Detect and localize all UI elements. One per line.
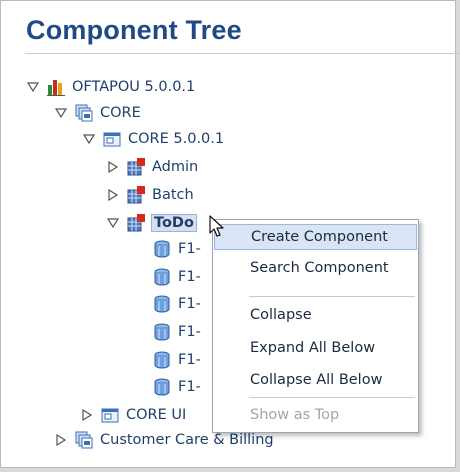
tree-node-todo-child[interactable]: F1- <box>153 321 201 343</box>
window-icon <box>101 406 119 424</box>
tree-node-label: CORE 5.0.0.1 <box>128 131 225 147</box>
menu-separator <box>249 397 415 398</box>
stacked-pages-icon <box>75 431 93 449</box>
grid-module-icon <box>127 186 145 204</box>
menu-item-search-component[interactable]: Search Component <box>214 255 417 281</box>
panel-title: Component Tree <box>26 15 242 45</box>
grid-module-icon <box>127 158 145 176</box>
title-divider <box>25 53 460 54</box>
expand-triangle-icon[interactable] <box>53 102 69 124</box>
tree-node-core-version[interactable]: CORE 5.0.0.1 <box>81 128 224 150</box>
component-tree-panel: Component Tree OFTAPOU 5.0.0.1 CORE CORE… <box>0 0 460 468</box>
context-menu: Create Component Search Component Collap… <box>212 219 419 433</box>
tree-node-batch[interactable]: Batch <box>105 184 194 206</box>
tree-node-label: F1- <box>178 352 201 368</box>
tree-node-label: F1- <box>178 379 201 395</box>
cylinder-icon <box>153 351 171 369</box>
menu-item-create-component[interactable]: Create Component <box>214 224 417 250</box>
tree-node-label: CORE UI <box>126 407 187 423</box>
collapsed-triangle-icon[interactable] <box>79 404 95 426</box>
expand-triangle-icon[interactable] <box>105 212 121 234</box>
tree-node-label: OFTAPOU 5.0.0.1 <box>72 79 196 95</box>
tree-node-todo-child[interactable]: F1- <box>153 376 201 398</box>
tree-node-label: CORE <box>100 105 141 121</box>
bar-chart-icon <box>47 78 65 96</box>
tree-node-label: ToDo <box>151 214 197 232</box>
tree-node-todo-child[interactable]: F1- <box>153 266 201 288</box>
cylinder-icon <box>153 323 171 341</box>
tree-node-label: F1- <box>178 324 201 340</box>
menu-item-collapse[interactable]: Collapse <box>214 302 417 328</box>
tree-node-todo-child[interactable]: F1- <box>153 293 201 315</box>
mouse-pointer-icon <box>209 215 224 237</box>
menu-item-collapse-all-below[interactable]: Collapse All Below <box>214 367 417 393</box>
menu-separator <box>249 296 415 297</box>
tree-node-label: Admin <box>152 159 199 175</box>
tree-node-todo[interactable]: ToDo <box>105 212 197 234</box>
tree-node-label: F1- <box>178 269 201 285</box>
stacked-pages-icon <box>75 104 93 122</box>
tree-node-label: Customer Care & Billing <box>100 432 274 448</box>
cylinder-icon <box>153 378 171 396</box>
collapsed-triangle-icon[interactable] <box>105 184 121 206</box>
cylinder-icon <box>153 240 171 258</box>
tree-node-core[interactable]: CORE <box>53 102 141 124</box>
expand-triangle-icon[interactable] <box>25 76 41 98</box>
tree-node-label: F1- <box>178 296 201 312</box>
collapsed-triangle-icon[interactable] <box>105 156 121 178</box>
tree-node-label: Batch <box>152 187 194 203</box>
tree-node-label: F1- <box>178 241 201 257</box>
window-icon <box>103 130 121 148</box>
menu-item-show-as-top: Show as Top <box>250 407 340 423</box>
grid-module-icon <box>127 214 145 232</box>
expand-triangle-icon[interactable] <box>81 128 97 150</box>
tree-node-root[interactable]: OFTAPOU 5.0.0.1 <box>25 76 195 98</box>
collapsed-triangle-icon[interactable] <box>53 429 69 451</box>
tree-node-todo-child[interactable]: F1- <box>153 349 201 371</box>
tree-node-core-ui[interactable]: CORE UI <box>79 404 186 426</box>
cylinder-icon <box>153 268 171 286</box>
menu-item-expand-all-below[interactable]: Expand All Below <box>214 335 417 361</box>
tree-node-admin[interactable]: Admin <box>105 156 198 178</box>
tree-node-todo-child[interactable]: F1- <box>153 238 201 260</box>
cylinder-icon <box>153 295 171 313</box>
